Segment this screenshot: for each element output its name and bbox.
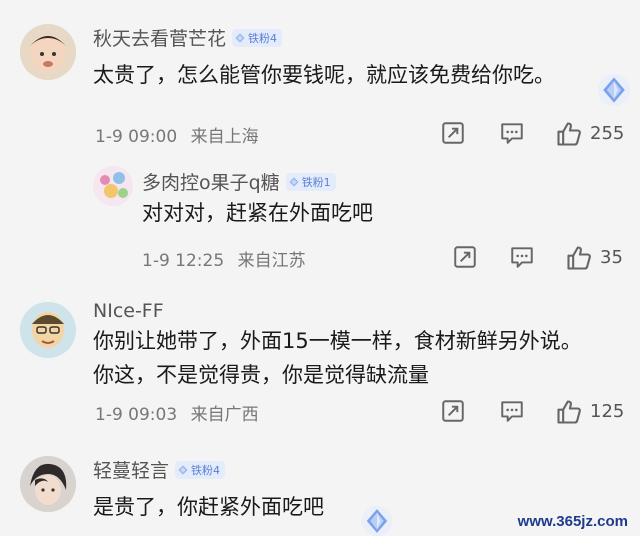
comment-location: 来自江苏 bbox=[237, 251, 306, 271]
badge-label: 铁粉1 bbox=[301, 175, 331, 189]
diamond-sparkle-icon bbox=[360, 504, 394, 536]
share-icon[interactable] bbox=[452, 244, 478, 270]
comment-location: 来自上海 bbox=[190, 127, 259, 147]
comment-item: 秋天去看菅芒花 铁粉4 太贵了，怎么能管你要钱呢，就应该免费给你吃。 1-9 0… bbox=[0, 0, 640, 150]
diamond-icon bbox=[289, 177, 299, 187]
username[interactable]: 多肉控o果子q糖 bbox=[142, 168, 280, 195]
thumbs-up-icon[interactable] bbox=[565, 244, 593, 272]
comment-date: 1-9 09:00 bbox=[95, 127, 178, 147]
username[interactable]: NIce-FF bbox=[93, 300, 164, 322]
share-icon[interactable] bbox=[440, 120, 466, 146]
comment-text: 你别让她带了，外面15一模一样，食材新鲜另外说。 你这，不是觉得贵，你是觉得缺流… bbox=[93, 324, 582, 392]
username[interactable]: 秋天去看菅芒花 bbox=[93, 24, 226, 51]
comment-location: 来自广西 bbox=[190, 405, 259, 425]
share-icon[interactable] bbox=[440, 398, 466, 424]
comment-icon[interactable] bbox=[509, 244, 535, 270]
comment-icon[interactable] bbox=[499, 398, 525, 424]
thumbs-up-icon[interactable] bbox=[555, 120, 583, 148]
comment-date: 1-9 12:25 bbox=[142, 251, 225, 271]
avatar[interactable] bbox=[20, 302, 76, 358]
fan-badge[interactable]: 铁粉1 bbox=[285, 172, 336, 191]
comment-text-line: 对对对，赶紧在外面吃吧 bbox=[142, 201, 373, 225]
fan-badge[interactable]: 铁粉4 bbox=[232, 28, 283, 47]
like-count: 255 bbox=[590, 123, 625, 144]
comment-item: NIce-FF 你别让她带了，外面15一模一样，食材新鲜另外说。 你这，不是觉得… bbox=[0, 280, 640, 440]
like-count: 35 bbox=[600, 247, 623, 268]
diamond-icon bbox=[178, 465, 188, 475]
comment-text: 太贵了，怎么能管你要钱呢，就应该免费给你吃。 bbox=[93, 58, 555, 92]
like-count: 125 bbox=[590, 401, 625, 422]
comment-icon[interactable] bbox=[499, 120, 525, 146]
badge-label: 铁粉4 bbox=[248, 31, 278, 45]
thumbs-up-icon[interactable] bbox=[555, 398, 583, 426]
comment-item: 多肉控o果子q糖 铁粉1 对对对，赶紧在外面吃吧 1-9 12:25 来自江苏 … bbox=[0, 150, 640, 280]
comment-text: 是贵了，你赶紧外面吃吧 bbox=[93, 490, 324, 524]
comment-date: 1-9 09:03 bbox=[95, 405, 178, 425]
username[interactable]: 轻蔓轻言 bbox=[93, 456, 169, 483]
avatar[interactable] bbox=[20, 456, 76, 512]
comment-text-line: 你别让她带了，外面15一模一样，食材新鲜另外说。 bbox=[93, 329, 582, 353]
fan-badge[interactable]: 铁粉4 bbox=[175, 460, 226, 479]
diamond-sparkle-icon bbox=[596, 72, 632, 108]
avatar[interactable] bbox=[93, 166, 133, 206]
comment-text: 对对对，赶紧在外面吃吧 bbox=[142, 196, 373, 230]
watermark: www.365jz.com bbox=[517, 513, 628, 530]
diamond-icon bbox=[235, 33, 245, 43]
badge-label: 铁粉4 bbox=[191, 463, 221, 477]
comment-text-line: 太贵了，怎么能管你要钱呢，就应该免费给你吃。 bbox=[93, 63, 555, 87]
comment-text-line: 你这，不是觉得贵，你是觉得缺流量 bbox=[93, 363, 429, 387]
avatar[interactable] bbox=[20, 24, 76, 80]
comment-text-line: 是贵了，你赶紧外面吃吧 bbox=[93, 495, 324, 519]
